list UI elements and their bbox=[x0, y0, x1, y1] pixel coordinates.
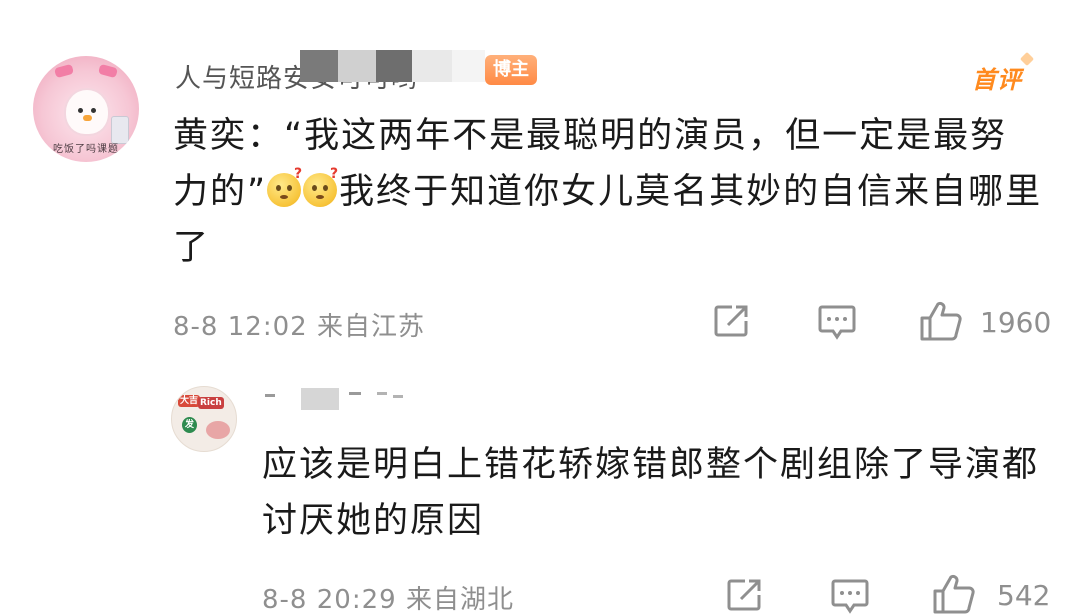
reply-location: 来自湖北 bbox=[405, 585, 514, 615]
reply-like-count: 542 bbox=[997, 579, 1051, 612]
redacted-username-overlay bbox=[300, 50, 485, 82]
avatar-tag: 发 bbox=[182, 417, 198, 433]
reply-text: 应该是明白上错花轿嫁错郎整个剧组除了导演都讨厌她的原因 bbox=[262, 445, 1040, 541]
avatar-tag: Rich bbox=[198, 397, 224, 409]
avatar-tag: 大吉 bbox=[178, 395, 201, 407]
duck-figure bbox=[66, 90, 108, 134]
avatar-caption: 吃饭了吗课题 bbox=[53, 144, 119, 155]
comment-location: 来自江苏 bbox=[316, 312, 425, 342]
duck-eye bbox=[78, 108, 83, 113]
reply-user-avatar[interactable]: 大吉 Rich 发 bbox=[171, 386, 237, 452]
bow-decoration bbox=[54, 63, 74, 79]
first-comment-badge: 首评 bbox=[972, 60, 1022, 95]
user-avatar[interactable]: 吃饭了吗课题 bbox=[33, 56, 139, 162]
comment-icon[interactable] bbox=[830, 577, 870, 615]
comment-time: 8-8 12:02 bbox=[173, 312, 308, 342]
redacted-reply-username[interactable] bbox=[265, 382, 415, 412]
share-icon[interactable] bbox=[712, 303, 752, 339]
pig-illustration bbox=[206, 421, 230, 439]
confused-face-emoji-icon: ? bbox=[303, 167, 338, 207]
reply-time: 8-8 20:29 bbox=[262, 585, 397, 615]
comment-text: 黄奕：“我这两年不是最聪明的演员，但一定是最努力的”?? 我终于知道你女儿莫名其妙… bbox=[173, 108, 1043, 276]
thumbs-up-icon[interactable] bbox=[918, 300, 964, 342]
duck-beak bbox=[83, 115, 92, 121]
like-count: 1960 bbox=[980, 306, 1052, 339]
thumbs-up-icon[interactable] bbox=[931, 573, 977, 615]
duck-eye bbox=[91, 108, 96, 113]
confused-face-emoji-icon: ? bbox=[267, 167, 302, 207]
bow-decoration bbox=[98, 63, 118, 79]
blogger-badge: 博主 bbox=[485, 55, 537, 85]
comment-icon[interactable] bbox=[817, 303, 857, 341]
reply-meta: 8-8 20:29 来自湖北 bbox=[262, 579, 514, 616]
comment-meta: 8-8 12:02 来自江苏 bbox=[173, 306, 425, 343]
